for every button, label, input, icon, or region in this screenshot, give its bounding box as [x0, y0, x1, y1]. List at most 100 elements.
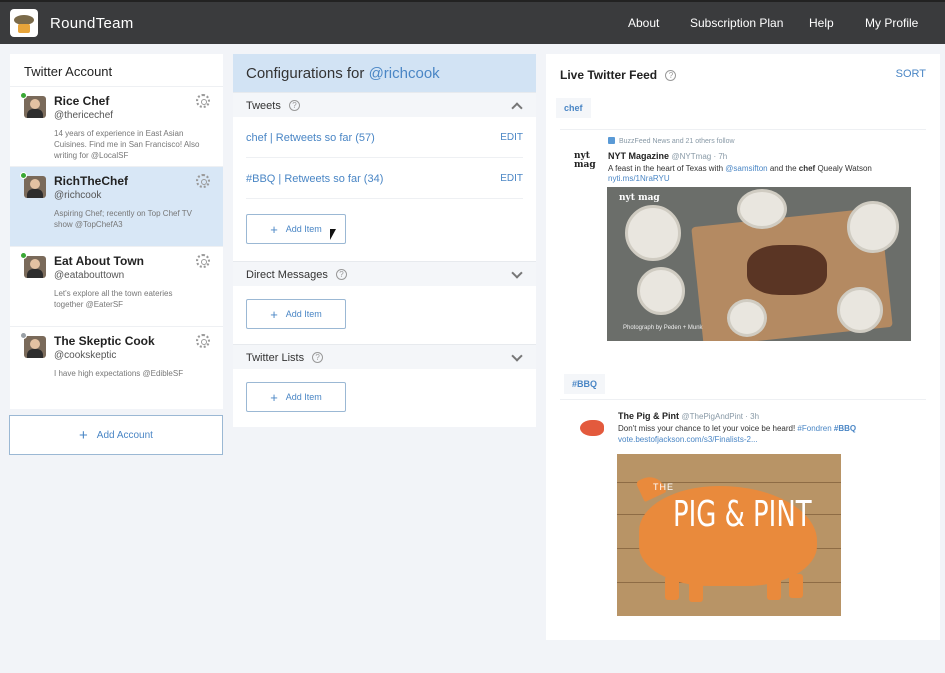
top-nav-bar: RoundTeam About Subscription Plan Help M…	[0, 0, 945, 44]
live-twitter-feed-panel: Live Twitter Feed ? SORT chef BuzzFeed N…	[546, 54, 940, 640]
add-account-label: Add Account	[96, 429, 153, 441]
avatar	[24, 96, 46, 118]
panel-title: Twitter Account	[24, 64, 113, 79]
pig-pint-avatar-icon[interactable]	[580, 420, 604, 436]
online-status-icon	[20, 252, 27, 259]
twitter-lists-section-body: + Add Item	[233, 369, 536, 427]
tweet-photo[interactable]: THE PIG & PINT	[617, 454, 841, 616]
tweet-photo[interactable]: nyt mag Photograph by Peden + Munk	[607, 187, 911, 341]
account-bio: 14 years of experience in East Asian Cui…	[54, 129, 200, 160]
nav-my-profile[interactable]: My Profile	[865, 16, 918, 30]
photo-credit: Photograph by Peden + Munk	[623, 325, 703, 331]
account-handle: @cookskeptic	[54, 350, 117, 361]
gear-icon[interactable]	[196, 334, 210, 348]
account-item[interactable]: The Skeptic Cook @cookskeptic I have hig…	[10, 326, 223, 406]
feed-tag-bbq[interactable]: #BBQ	[564, 374, 606, 394]
add-item-label: Add Item	[285, 224, 322, 234]
configurations-panel: Configurations for @richcook Tweets ? ch…	[233, 54, 536, 427]
nyt-mag-avatar[interactable]: nyt mag	[574, 152, 598, 178]
avatar	[24, 256, 46, 278]
tweet-keyword: chef	[798, 164, 816, 173]
add-item-label: Add Item	[285, 309, 322, 319]
feed-title: Live Twitter Feed	[560, 68, 658, 82]
online-status-icon	[20, 92, 27, 99]
tweet-social-context: BuzzFeed News and 21 others follow	[608, 137, 735, 145]
tweet-link[interactable]: nyti.ms/1NraRYU	[608, 174, 670, 183]
tweet-text-part: and the	[767, 164, 799, 173]
add-item-button[interactable]: + Add Item	[246, 382, 346, 412]
tweet-text: A feast in the heart of Texas with @sams…	[608, 163, 918, 174]
add-item-button[interactable]: + Add Item	[246, 299, 346, 329]
chevron-down-icon[interactable]	[511, 267, 523, 279]
help-icon[interactable]: ?	[335, 269, 347, 280]
list-item[interactable]: chef | Retweets so far (57) EDIT	[246, 117, 523, 158]
tweets-section-header[interactable]: Tweets ?	[233, 92, 536, 117]
help-icon[interactable]: ?	[312, 352, 324, 363]
edit-button[interactable]: EDIT	[500, 173, 523, 184]
nav-about[interactable]: About	[628, 16, 659, 30]
tweet-mention[interactable]: @samsifton	[725, 164, 767, 173]
plus-icon: +	[270, 306, 278, 322]
twitter-lists-section-header[interactable]: Twitter Lists ?	[233, 344, 536, 369]
feed-header: Live Twitter Feed ? SORT	[546, 54, 940, 94]
tweet-author[interactable]: NYT Magazine @NYTmag · 7h	[608, 151, 727, 161]
twitter-accounts-panel: Twitter Account Rice Chef @thericechef 1…	[10, 54, 223, 409]
item-label[interactable]: chef | Retweets so far (57)	[246, 132, 375, 144]
avatar	[24, 336, 46, 358]
item-label[interactable]: #BBQ | Retweets so far (34)	[246, 173, 383, 185]
tweet-hashtag[interactable]: #BBQ	[834, 424, 856, 433]
image-text-title: PIG & PINT	[673, 494, 812, 535]
avatar	[24, 176, 46, 198]
gear-icon[interactable]	[196, 174, 210, 188]
title-prefix: Configurations for	[246, 65, 369, 82]
account-item[interactable]: Eat About Town @eatabouttown Let's explo…	[10, 246, 223, 326]
direct-messages-section-header[interactable]: Direct Messages ?	[233, 261, 536, 286]
sort-button[interactable]: SORT	[896, 68, 926, 80]
plus-icon: +	[270, 221, 278, 237]
author-name: The Pig & Pint	[618, 411, 680, 421]
account-item[interactable]: Rice Chef @thericechef 14 years of exper…	[10, 86, 223, 166]
feed-tag-chef[interactable]: chef	[556, 98, 591, 118]
gear-icon[interactable]	[196, 254, 210, 268]
tweet-text-part: Don't miss your chance to let your voice…	[618, 424, 798, 433]
nav-help[interactable]: Help	[809, 16, 834, 30]
account-handle: @eatabouttown	[54, 270, 125, 281]
author-handle: @ThePigAndPint · 3h	[681, 412, 760, 421]
account-handle: @thericechef	[54, 110, 114, 121]
image-text-the: THE	[653, 482, 674, 492]
roundteam-logo-icon[interactable]	[10, 9, 38, 37]
mouse-cursor-icon	[330, 229, 336, 240]
chevron-up-icon[interactable]	[511, 102, 523, 114]
tweet-hashtag[interactable]: #Fondren	[797, 424, 831, 433]
gear-icon[interactable]	[196, 94, 210, 108]
help-icon[interactable]: ?	[665, 70, 677, 81]
chevron-down-icon[interactable]	[511, 350, 523, 362]
plus-icon: +	[270, 389, 278, 405]
brand-name: RoundTeam	[50, 14, 134, 32]
tweet-text: Don't miss your chance to let your voice…	[618, 423, 928, 434]
nav-subscription-plan[interactable]: Subscription Plan	[690, 16, 783, 30]
account-handle: @richcook	[54, 190, 102, 201]
account-bio: Let's explore all the town eateries toge…	[54, 289, 173, 309]
plus-icon: +	[79, 426, 88, 444]
tweet-text-part: A feast in the heart of Texas with	[608, 164, 726, 173]
section-label: Tweets	[246, 100, 281, 112]
section-label: Twitter Lists	[246, 352, 305, 364]
list-item[interactable]: #BBQ | Retweets so far (34) EDIT	[246, 158, 523, 199]
author-handle: @NYTmag · 7h	[671, 152, 728, 161]
tweet-text-part: Quealy Watson	[815, 164, 872, 173]
add-account-button[interactable]: + Add Account	[9, 415, 223, 455]
online-status-icon	[20, 172, 27, 179]
help-icon[interactable]: ?	[288, 100, 300, 111]
edit-button[interactable]: EDIT	[500, 132, 523, 143]
tweet-author[interactable]: The Pig & Pint @ThePigAndPint · 3h	[618, 411, 759, 421]
author-name: NYT Magazine	[608, 151, 670, 161]
title-handle: @richcook	[368, 65, 440, 82]
account-item[interactable]: RichTheChef @richcook Aspiring Chef; rec…	[10, 166, 223, 246]
photo-logo: nyt mag	[619, 193, 660, 203]
tweet-link[interactable]: vote.bestofjackson.com/s3/Finalists-2...	[618, 435, 758, 444]
offline-status-icon	[20, 332, 27, 339]
add-item-label: Add Item	[285, 392, 322, 402]
page-title: Configurations for @richcook	[233, 54, 536, 92]
tweets-section-body: chef | Retweets so far (57) EDIT #BBQ | …	[233, 117, 536, 261]
